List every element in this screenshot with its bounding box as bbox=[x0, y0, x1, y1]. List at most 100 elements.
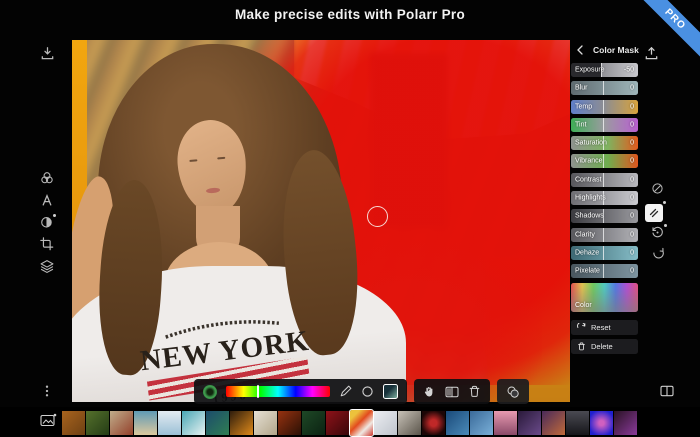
slider-pixelate[interactable]: Pixelate 0 bbox=[571, 264, 638, 278]
slider-label: Pixelate bbox=[575, 268, 600, 275]
filmstrip-thumbnail[interactable] bbox=[590, 411, 613, 435]
slider-tint[interactable]: Tint0 bbox=[571, 118, 638, 132]
filters-icon bbox=[40, 171, 54, 185]
photo-eye bbox=[189, 159, 197, 162]
history-button[interactable] bbox=[651, 226, 664, 239]
hue-slider[interactable] bbox=[226, 386, 330, 397]
revert-icon bbox=[652, 247, 665, 260]
slider-value: 0 bbox=[630, 158, 634, 165]
filmstrip-thumbnail[interactable] bbox=[614, 411, 637, 435]
revert-button[interactable] bbox=[652, 247, 665, 260]
photo-canvas[interactable]: NEW YORK 1998 bbox=[72, 40, 570, 402]
filmstrip-thumbnail[interactable] bbox=[566, 411, 589, 435]
overlay-toggle-button[interactable] bbox=[651, 182, 664, 195]
slider-label: Contrast bbox=[575, 176, 601, 183]
slider-temp[interactable]: Temp 0 bbox=[571, 100, 638, 114]
filmstrip-thumbnail[interactable] bbox=[182, 411, 205, 435]
slider-highlights[interactable]: Highlights0 bbox=[571, 191, 638, 205]
slider-saturation[interactable]: Saturation0 bbox=[571, 136, 638, 150]
slider-exposure[interactable]: Exposure-50 bbox=[571, 63, 638, 77]
filmstrip-thumbnail[interactable] bbox=[278, 411, 301, 435]
slider-value: 0 bbox=[630, 268, 634, 275]
slider-shadows[interactable]: Shadows0 bbox=[571, 209, 638, 223]
filmstrip bbox=[0, 407, 700, 437]
reset-label: Reset bbox=[591, 323, 611, 332]
slider-marker bbox=[603, 154, 604, 168]
filmstrip-thumbnail[interactable] bbox=[134, 411, 157, 435]
filmstrip-thumbnail[interactable] bbox=[542, 411, 565, 435]
slider-dehaze[interactable]: Dehaze 0 bbox=[571, 246, 638, 260]
layers-button[interactable] bbox=[40, 259, 55, 274]
filmstrip-thumbnail[interactable] bbox=[518, 411, 541, 435]
hue-slider-marker[interactable] bbox=[257, 385, 259, 398]
mask-stack-icon[interactable] bbox=[506, 385, 520, 399]
filmstrip-thumbnail[interactable] bbox=[254, 411, 277, 435]
filmstrip-thumbnail[interactable] bbox=[110, 411, 133, 435]
slider-value: 0 bbox=[630, 249, 634, 256]
photo-library-button[interactable] bbox=[40, 413, 57, 427]
more-options-icon bbox=[40, 384, 54, 398]
filmstrip-thumbnail[interactable] bbox=[230, 411, 253, 435]
trash-icon[interactable] bbox=[468, 385, 481, 398]
page-title: Make precise edits with Polarr Pro bbox=[0, 7, 700, 22]
color-wheel-icon[interactable] bbox=[203, 385, 217, 399]
photo-library-icon bbox=[40, 413, 57, 427]
filmstrip-thumbnail[interactable] bbox=[398, 411, 421, 435]
slider-marker bbox=[603, 118, 604, 132]
slider-value: 0 bbox=[630, 176, 634, 183]
slider-label: Clarity bbox=[575, 231, 595, 238]
mask-panel-button-active[interactable] bbox=[645, 204, 663, 222]
filters-button[interactable] bbox=[40, 171, 55, 186]
slider-contrast[interactable]: Contrast 0 bbox=[571, 173, 638, 187]
delete-icon bbox=[577, 342, 586, 351]
text-tool-icon bbox=[40, 193, 54, 207]
filmstrip-thumbnail[interactable] bbox=[494, 411, 517, 435]
import-icon bbox=[40, 46, 55, 61]
linear-mask-icon-active[interactable] bbox=[383, 384, 398, 399]
mask-toolbar bbox=[194, 379, 529, 404]
slider-blur[interactable]: Blur0 bbox=[571, 81, 638, 95]
radial-mask-icon[interactable] bbox=[361, 385, 374, 398]
reset-icon bbox=[577, 323, 586, 332]
before-after-icon[interactable] bbox=[445, 386, 459, 398]
brush-icon[interactable] bbox=[339, 385, 352, 398]
filmstrip-thumbnail[interactable] bbox=[86, 411, 109, 435]
filmstrip-thumbnail[interactable] bbox=[422, 411, 445, 435]
import-button[interactable] bbox=[40, 46, 55, 61]
filmstrip-thumbnail[interactable] bbox=[374, 411, 397, 435]
more-options-button[interactable] bbox=[40, 384, 55, 399]
filmstrip-thumbnail[interactable] bbox=[326, 411, 349, 435]
filmstrip-thumbnail[interactable] bbox=[446, 411, 469, 435]
photo-eye bbox=[217, 157, 225, 160]
filmstrip-thumbnail[interactable] bbox=[302, 411, 325, 435]
color-picker-box[interactable]: Color bbox=[571, 283, 638, 312]
slider-value: 0 bbox=[630, 103, 634, 110]
filmstrip-thumbnail[interactable] bbox=[206, 411, 229, 435]
filmstrip-thumbnail[interactable] bbox=[470, 411, 493, 435]
slider-label: Saturation bbox=[575, 140, 607, 147]
delete-button[interactable]: Delete bbox=[571, 339, 638, 354]
slider-value: 0 bbox=[630, 85, 634, 92]
reset-button[interactable]: Reset bbox=[571, 320, 638, 335]
slider-label: Highlights bbox=[575, 195, 606, 202]
filmstrip-thumbnail-selected[interactable] bbox=[350, 410, 373, 436]
hand-tool-icon[interactable] bbox=[423, 385, 436, 398]
slider-label: Dehaze bbox=[575, 249, 599, 256]
slider-label: Temp bbox=[575, 103, 592, 110]
export-button[interactable] bbox=[644, 46, 659, 61]
right-panel-title: Color Mask bbox=[593, 45, 639, 55]
slider-label: Shadows bbox=[575, 213, 604, 220]
text-tool-button[interactable] bbox=[40, 193, 55, 208]
back-chevron-icon[interactable] bbox=[576, 45, 584, 55]
slider-value: 0 bbox=[630, 121, 634, 128]
split-view-button[interactable] bbox=[660, 384, 674, 402]
mask-tool-indicator-dot bbox=[53, 214, 56, 217]
mask-tool-button[interactable] bbox=[40, 215, 55, 230]
crop-icon bbox=[40, 237, 54, 251]
slider-value: -50 bbox=[624, 67, 634, 74]
slider-clarity[interactable]: Clarity0 bbox=[571, 228, 638, 242]
filmstrip-thumbnail[interactable] bbox=[158, 411, 181, 435]
slider-vibrance[interactable]: Vibrance0 bbox=[571, 154, 638, 168]
filmstrip-thumbnail[interactable] bbox=[62, 411, 85, 435]
crop-button[interactable] bbox=[40, 237, 55, 252]
